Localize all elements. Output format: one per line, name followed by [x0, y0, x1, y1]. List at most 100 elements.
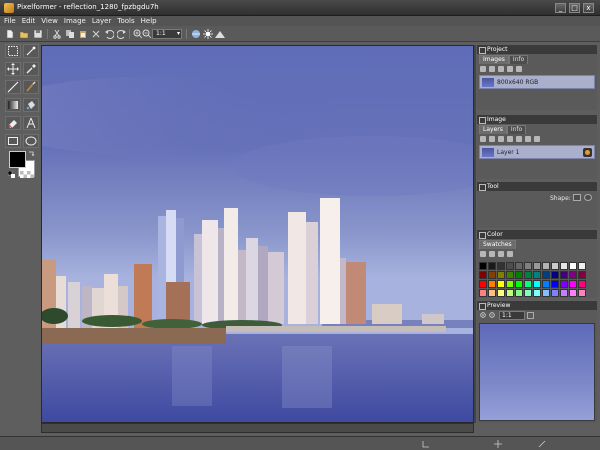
color-swatch[interactable] [560, 280, 568, 288]
layer-up-icon[interactable] [525, 136, 531, 142]
menu-image[interactable]: Image [64, 16, 86, 26]
open-swatches-icon[interactable] [480, 251, 486, 257]
image-up-icon[interactable] [507, 66, 513, 72]
color-swatch[interactable] [542, 271, 550, 279]
color-swatch[interactable] [524, 280, 532, 288]
color-swatch[interactable] [497, 280, 505, 288]
levels-icon[interactable] [215, 29, 225, 39]
horizontal-scrollbar[interactable] [41, 423, 474, 433]
color-swatch[interactable] [515, 262, 523, 270]
menu-file[interactable]: File [4, 16, 16, 26]
color-swatch[interactable] [578, 262, 586, 270]
menu-tools[interactable]: Tools [117, 16, 134, 26]
color-swatch[interactable] [542, 262, 550, 270]
color-swatch[interactable] [542, 289, 550, 297]
menu-help[interactable]: Help [141, 16, 157, 26]
color-swatch[interactable] [488, 262, 496, 270]
color-swatch[interactable] [479, 280, 487, 288]
zoom-out-icon[interactable] [489, 312, 496, 319]
menu-layer[interactable]: Layer [92, 16, 112, 26]
save-icon[interactable] [33, 29, 43, 39]
color-swatch[interactable] [533, 271, 541, 279]
layer-down-icon[interactable] [534, 136, 540, 142]
eyedropper-icon[interactable] [23, 62, 39, 76]
gradient-icon[interactable] [5, 98, 21, 112]
menu-view[interactable]: View [41, 16, 58, 26]
color-swatch[interactable] [542, 280, 550, 288]
tab-images[interactable]: Images [479, 55, 509, 64]
color-swatch[interactable] [479, 289, 487, 297]
fit-preview-icon[interactable] [527, 312, 534, 319]
color-swatch[interactable] [551, 280, 559, 288]
redo-icon[interactable] [117, 29, 127, 39]
move-icon[interactable] [5, 62, 21, 76]
color-swatch[interactable] [578, 289, 586, 297]
color-swatch[interactable] [551, 271, 559, 279]
color-swatch[interactable] [569, 262, 577, 270]
close-image-icon[interactable] [489, 66, 495, 72]
color-swatch[interactable] [524, 289, 532, 297]
color-swatch[interactable] [578, 280, 586, 288]
color-swatch[interactable] [506, 280, 514, 288]
color-swatch[interactable] [560, 289, 568, 297]
foreground-color-swatch[interactable] [9, 151, 26, 168]
brush-icon[interactable] [23, 80, 39, 94]
delete-icon[interactable] [91, 29, 101, 39]
tab-swatches[interactable]: Swatches [479, 240, 516, 249]
delete-swatch-icon[interactable] [507, 251, 513, 257]
line-icon[interactable] [5, 80, 21, 94]
list-item[interactable]: Layer 1 [479, 145, 595, 159]
magic-wand-icon[interactable] [23, 44, 39, 58]
color-swatch[interactable] [479, 262, 487, 270]
color-swatch[interactable] [506, 289, 514, 297]
preview-zoom-select[interactable]: 1:1 [499, 311, 525, 320]
tab-image-info[interactable]: Info [506, 125, 527, 134]
visibility-icon[interactable] [583, 148, 592, 157]
color-swatch[interactable] [506, 262, 514, 270]
color-swatch[interactable] [488, 289, 496, 297]
preview-image[interactable] [479, 323, 595, 421]
shape-rectangle-option[interactable] [573, 194, 581, 201]
eraser-icon[interactable] [5, 116, 21, 130]
color-swatch[interactable] [497, 271, 505, 279]
zoom-select[interactable]: 1:1 ▾ [152, 29, 182, 39]
close-button[interactable]: x [583, 3, 594, 13]
cut-icon[interactable] [52, 29, 62, 39]
color-swatch[interactable] [479, 271, 487, 279]
color-swatch[interactable] [533, 289, 541, 297]
add-swatch-icon[interactable] [498, 251, 504, 257]
new-layer-icon[interactable] [480, 136, 486, 142]
duplicate-layer-icon[interactable] [489, 136, 495, 142]
merge-layer-icon[interactable] [516, 136, 522, 142]
image-down-icon[interactable] [516, 66, 522, 72]
new-image-icon[interactable] [480, 66, 486, 72]
delete-layer-icon[interactable] [507, 136, 513, 142]
color-swatch[interactable] [533, 280, 541, 288]
undo-icon[interactable] [104, 29, 114, 39]
hue-icon[interactable] [191, 29, 201, 39]
open-icon[interactable] [19, 29, 29, 39]
image-canvas[interactable] [41, 45, 474, 423]
ellipse-icon[interactable] [23, 134, 39, 148]
color-swatch[interactable] [497, 262, 505, 270]
copy-icon[interactable] [65, 29, 75, 39]
color-swatch[interactable] [488, 271, 496, 279]
layer-properties-icon[interactable] [498, 136, 504, 142]
brightness-icon[interactable] [203, 29, 213, 39]
color-swatch[interactable] [560, 262, 568, 270]
reset-colors-icon[interactable] [8, 171, 15, 178]
duplicate-image-icon[interactable] [498, 66, 504, 72]
rect-select-icon[interactable] [5, 44, 21, 58]
color-swatch[interactable] [551, 262, 559, 270]
swap-colors-icon[interactable] [28, 150, 35, 157]
save-swatches-icon[interactable] [489, 251, 495, 257]
minimize-button[interactable]: _ [555, 3, 566, 13]
vertical-scrollbar[interactable] [474, 45, 476, 423]
color-swatch[interactable] [578, 271, 586, 279]
new-icon[interactable] [5, 29, 15, 39]
shape-ellipse-option[interactable] [584, 194, 592, 201]
color-swatch[interactable] [524, 271, 532, 279]
color-swatch[interactable] [551, 289, 559, 297]
color-swatch[interactable] [515, 271, 523, 279]
color-swatch[interactable] [533, 262, 541, 270]
